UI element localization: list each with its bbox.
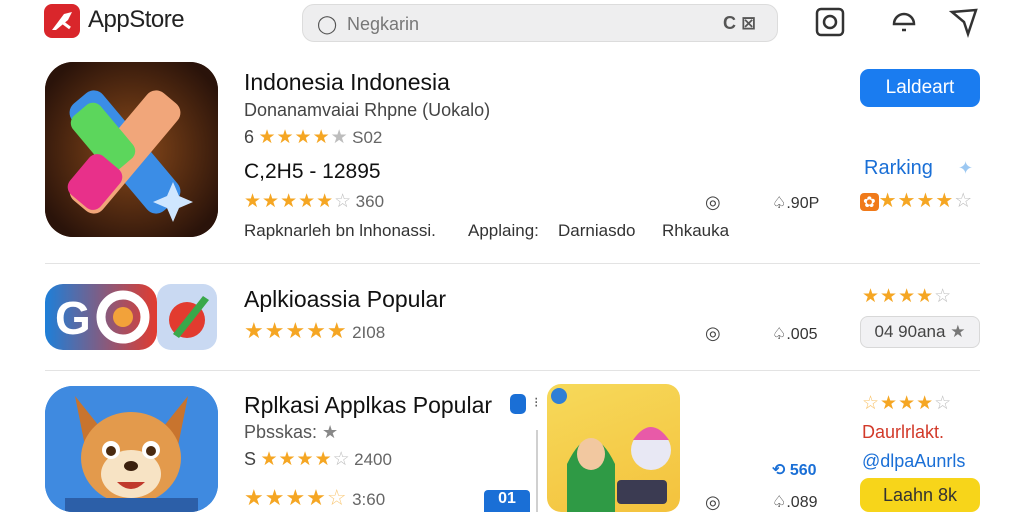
thumb-icon: ♤ <box>772 195 787 212</box>
app-screenshot[interactable] <box>547 384 680 512</box>
app-icon-paint[interactable] <box>157 284 217 350</box>
category-pill[interactable]: 04 90ana ★ <box>860 316 980 348</box>
star-outline-icon: ★ <box>322 422 339 442</box>
red-label-3: Daurlrlakt. <box>862 422 945 442</box>
price-range-1: C,2H5 - 12895 <box>244 160 381 183</box>
thumb-icon-3: ♤ <box>772 494 787 511</box>
divider-1 <box>45 263 980 264</box>
search-input[interactable]: Negkarin <box>347 14 419 35</box>
rating-row-1a: 6 ★★★★★ S02 <box>244 127 383 148</box>
blue-meta-3: ⟲ 560 <box>772 462 817 479</box>
tag-1[interactable]: Rapknarleh bn lnhonassi. <box>244 221 436 241</box>
download-meta-2: ♤.005 <box>772 326 818 343</box>
app-title: AppStore <box>88 6 185 33</box>
rating-stars-3: ☆★★★☆ <box>862 393 952 414</box>
clock-icon-3: ◎ <box>705 492 721 512</box>
rating-row-3a: S ★★★★☆ 2400 <box>244 449 392 470</box>
tag-2[interactable]: Applaing: <box>468 221 539 241</box>
screenshot-divider <box>536 430 538 512</box>
divider-2 <box>45 370 980 371</box>
clock-icon: ◎ <box>705 192 721 212</box>
app-icon-go[interactable]: G <box>45 284 157 350</box>
share-icon[interactable] <box>948 6 980 38</box>
app-title-1[interactable]: Indonesia Indonesia <box>244 69 450 96</box>
search-icon: ◯ <box>317 14 338 34</box>
blue-label-3[interactable]: @dlpaAunrls <box>862 451 965 472</box>
app-subtitle-3: Pbsskas: ★ <box>244 422 339 442</box>
rating-row-1b: ★★★★★☆ 360 <box>244 191 385 212</box>
verified-badge-icon <box>510 394 526 414</box>
get-button-1[interactable]: Laldeart <box>860 69 980 107</box>
plus-icon: ✦ <box>958 158 974 178</box>
download-meta-1: ♤.90P <box>772 195 820 212</box>
app-icon-indonesia[interactable] <box>45 62 218 237</box>
svg-text:G: G <box>55 292 91 344</box>
search-actions[interactable]: C ⊠ <box>723 13 756 34</box>
download-meta-3: ♤.089 <box>772 494 818 511</box>
get-button-3[interactable]: Laahn 8k <box>860 478 980 512</box>
account-icon[interactable] <box>814 6 846 38</box>
star-icon: ★ <box>950 322 966 341</box>
app-store-logo <box>44 4 80 38</box>
thumb-icon-2: ♤ <box>772 326 787 343</box>
app-subtitle-1: Donanamvaiai Rhpne (Uokalo) <box>244 100 491 120</box>
app-title-3[interactable]: Rplkasi Applkas Popular <box>244 392 492 419</box>
ranking-label: Rarking <box>864 157 933 179</box>
notification-icon[interactable] <box>888 6 920 38</box>
rank-badge: 01 <box>484 490 530 512</box>
tag-4[interactable]: Rhkauka <box>662 221 729 241</box>
ranking-stars: ✿ ★★★★☆ <box>860 188 972 213</box>
search-bar[interactable]: ◯ Negkarin C ⊠ <box>302 4 778 42</box>
more-icon: ⁝ <box>534 394 539 410</box>
refresh-icon: ⟲ <box>772 462 786 479</box>
app-title-2[interactable]: Aplkioassia Popular <box>244 286 446 313</box>
clock-icon-2: ◎ <box>705 323 721 343</box>
rating-stars-2: ★★★★☆ <box>862 286 952 307</box>
app-icon-fox[interactable] <box>45 386 218 512</box>
tag-3[interactable]: Darniasdo <box>558 221 636 241</box>
rating-row-2: ★★★★★ 2I08 <box>244 318 386 343</box>
rating-row-3b: ★★★★☆ 3:60 <box>244 485 386 510</box>
